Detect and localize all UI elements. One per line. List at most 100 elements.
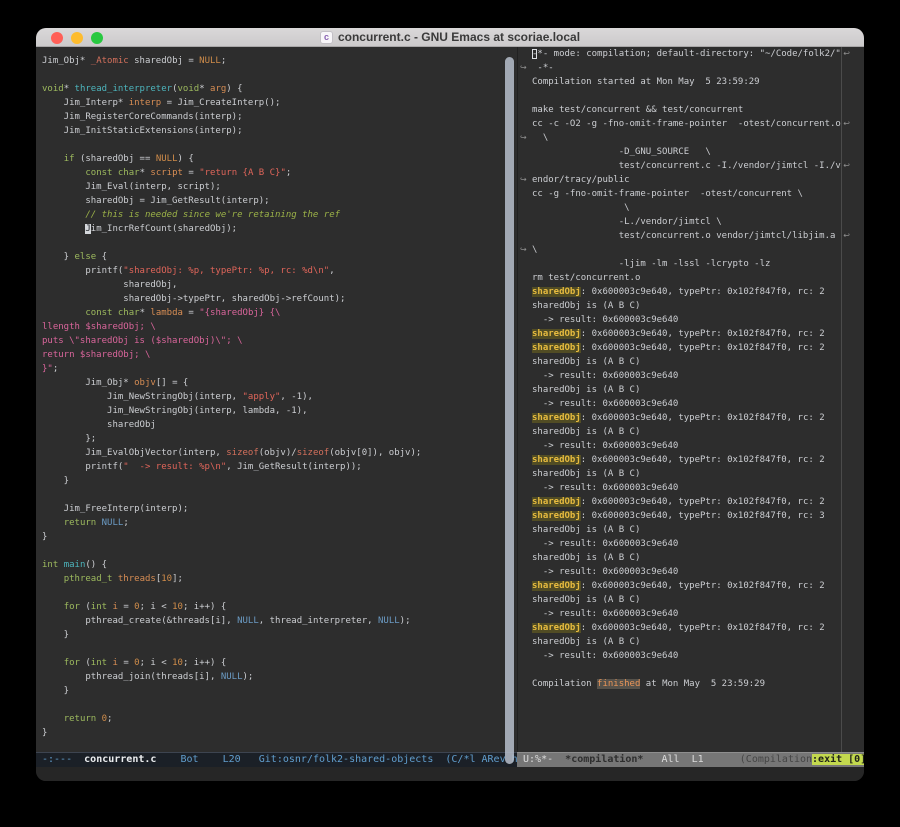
code-line[interactable]: Jim_EvalObjVector(interp, sizeof(objv)/s… xyxy=(42,446,516,460)
code-line[interactable]: sharedObj xyxy=(42,418,516,432)
output-line[interactable]: -> result: 0x600003c9e640 xyxy=(532,397,864,411)
code-line[interactable]: Jim_RegisterCoreCommands(interp); xyxy=(42,110,516,124)
code-line[interactable]: Jim_InitStaticExtensions(interp); xyxy=(42,124,516,138)
output-line[interactable]: -> result: 0x600003c9e640 xyxy=(532,537,864,551)
titlebar[interactable]: c concurrent.c - GNU Emacs at scoriae.lo… xyxy=(36,28,864,47)
code-line[interactable]: pthread_create(&threads[i], NULL, thread… xyxy=(42,614,516,628)
code-line[interactable]: Jim_Eval(interp, script); xyxy=(42,180,516,194)
close-button[interactable] xyxy=(51,32,63,44)
code-line[interactable] xyxy=(42,544,516,558)
output-line[interactable]: Compilation finished at Mon May 5 23:59:… xyxy=(532,677,864,691)
output-line[interactable]: sharedObj: 0x600003c9e640, typePtr: 0x10… xyxy=(532,579,864,593)
code-line[interactable] xyxy=(42,586,516,600)
code-line[interactable]: sharedObj, xyxy=(42,278,516,292)
code-line[interactable]: for (int i = 0; i < 10; i++) { xyxy=(42,600,516,614)
output-line[interactable] xyxy=(532,89,864,103)
output-line[interactable]: -> result: 0x600003c9e640 xyxy=(532,439,864,453)
output-line[interactable]: sharedObj: 0x600003c9e640, typePtr: 0x10… xyxy=(532,621,864,635)
minimize-button[interactable] xyxy=(71,32,83,44)
code-line[interactable] xyxy=(42,68,516,82)
output-line[interactable]: sharedObj: 0x600003c9e640, typePtr: 0x10… xyxy=(532,509,864,523)
output-line[interactable]: -*- mode: compilation; default-directory… xyxy=(532,47,864,61)
code-line[interactable]: return $sharedObj; \ xyxy=(42,348,516,362)
code-line[interactable]: } xyxy=(42,726,516,740)
code-line[interactable]: printf(" -> result: %p\n", Jim_GetResult… xyxy=(42,460,516,474)
output-line[interactable]: sharedObj is (A B C) xyxy=(532,383,864,397)
code-line[interactable]: void* thread_interpreter(void* arg) { xyxy=(42,82,516,96)
output-line[interactable]: sharedObj is (A B C) xyxy=(532,593,864,607)
output-line[interactable]: sharedObj is (A B C) xyxy=(532,299,864,313)
code-line[interactable]: }; xyxy=(42,432,516,446)
code-line[interactable]: }"; xyxy=(42,362,516,376)
modeline-compilation[interactable]: U:%*- *compilation* All L1 (Compilation:… xyxy=(517,752,864,767)
output-line[interactable]: sharedObj: 0x600003c9e640, typePtr: 0x10… xyxy=(532,341,864,355)
output-line[interactable]: cc -c -O2 -g -fno-omit-frame-pointer -ot… xyxy=(532,117,864,131)
output-line[interactable]: -> result: 0x600003c9e640 xyxy=(532,607,864,621)
output-line[interactable]: -> result: 0x600003c9e640 xyxy=(532,565,864,579)
code-line[interactable] xyxy=(42,488,516,502)
code-line[interactable]: } else { xyxy=(42,250,516,264)
output-line[interactable]: -> result: 0x600003c9e640 xyxy=(532,649,864,663)
code-line[interactable]: return 0; xyxy=(42,712,516,726)
code-line[interactable]: if (sharedObj == NULL) { xyxy=(42,152,516,166)
code-line[interactable]: const char* lambda = "{sharedObj} {\ xyxy=(42,306,516,320)
code-line[interactable]: printf("sharedObj: %p, typePtr: %p, rc: … xyxy=(42,264,516,278)
code-line[interactable]: return NULL; xyxy=(42,516,516,530)
output-line[interactable] xyxy=(532,663,864,677)
output-line[interactable]: \ xyxy=(532,201,864,215)
code-line[interactable]: sharedObj->typePtr, sharedObj->refCount)… xyxy=(42,292,516,306)
code-line[interactable]: Jim_NewStringObj(interp, lambda, -1), xyxy=(42,404,516,418)
output-line[interactable]: sharedObj is (A B C) xyxy=(532,425,864,439)
code-line[interactable]: Jim_Interp* interp = Jim_CreateInterp(); xyxy=(42,96,516,110)
output-line[interactable]: sharedObj is (A B C) xyxy=(532,523,864,537)
output-line[interactable]: sharedObj: 0x600003c9e640, typePtr: 0x10… xyxy=(532,285,864,299)
output-line[interactable]: sharedObj: 0x600003c9e640, typePtr: 0x10… xyxy=(532,327,864,341)
code-line[interactable] xyxy=(42,236,516,250)
code-line[interactable]: pthread_join(threads[i], NULL); xyxy=(42,670,516,684)
code-line[interactable]: Jim_FreeInterp(interp); xyxy=(42,502,516,516)
code-line[interactable]: } xyxy=(42,530,516,544)
output-line[interactable]: sharedObj: 0x600003c9e640, typePtr: 0x10… xyxy=(532,453,864,467)
output-line[interactable]: -> result: 0x600003c9e640 xyxy=(532,369,864,383)
output-line[interactable]: test/concurrent.o vendor/jimtcl/libjim.a… xyxy=(532,229,864,243)
output-line[interactable]: test/concurrent.c -I./vendor/jimtcl -I./… xyxy=(532,159,864,173)
code-line[interactable]: Jim_IncrRefCount(sharedObj); xyxy=(42,222,516,236)
modeline-code[interactable]: -:--- concurrent.c Bot L20 Git:osnr/folk… xyxy=(36,752,517,767)
code-line[interactable]: } xyxy=(42,628,516,642)
output-line[interactable]: make test/concurrent && test/concurrent xyxy=(532,103,864,117)
output-line[interactable]: sharedObj: 0x600003c9e640, typePtr: 0x10… xyxy=(532,495,864,509)
code-line[interactable]: puts \"sharedObj is ($sharedObj)\"; \ xyxy=(42,334,516,348)
output-line[interactable]: sharedObj is (A B C) xyxy=(532,635,864,649)
output-line[interactable]: sharedObj is (A B C) xyxy=(532,551,864,565)
output-line[interactable]: sharedObj is (A B C) xyxy=(532,467,864,481)
code-line[interactable]: Jim_Obj* objv[] = { xyxy=(42,376,516,390)
code-line[interactable]: } xyxy=(42,474,516,488)
output-line[interactable]: endor/tracy/public↪ xyxy=(532,173,864,187)
code-line[interactable]: llength $sharedObj; \ xyxy=(42,320,516,334)
output-line[interactable]: -D_GNU_SOURCE \ xyxy=(532,145,864,159)
echo-area[interactable]: Compilation finished xyxy=(36,767,864,781)
code-line[interactable]: Jim_Obj* _Atomic sharedObj = NULL; xyxy=(42,54,516,68)
code-line[interactable]: for (int i = 0; i < 10; i++) { xyxy=(42,656,516,670)
code-line[interactable]: const char* script = "return {A B C}"; xyxy=(42,166,516,180)
code-buffer[interactable]: Jim_Obj* _Atomic sharedObj = NULL; void* … xyxy=(36,47,516,752)
code-line[interactable]: pthread_t threads[10]; xyxy=(42,572,516,586)
code-line[interactable]: sharedObj = Jim_GetResult(interp); xyxy=(42,194,516,208)
output-line[interactable]: sharedObj: 0x600003c9e640, typePtr: 0x10… xyxy=(532,411,864,425)
code-line[interactable] xyxy=(42,138,516,152)
output-line[interactable]: \↪ xyxy=(532,243,864,257)
compilation-buffer[interactable]: -*- mode: compilation; default-directory… xyxy=(517,47,864,752)
code-line[interactable]: int main() { xyxy=(42,558,516,572)
output-line[interactable]: -*-↪ xyxy=(532,61,864,75)
output-line[interactable]: rm test/concurrent.o xyxy=(532,271,864,285)
code-line[interactable] xyxy=(42,642,516,656)
output-line[interactable]: \↪ xyxy=(532,131,864,145)
left-window-scrollbar[interactable] xyxy=(505,57,514,764)
code-line[interactable] xyxy=(42,698,516,712)
zoom-button[interactable] xyxy=(91,32,103,44)
output-line[interactable]: -> result: 0x600003c9e640 xyxy=(532,481,864,495)
code-line[interactable]: // this is needed since we're retaining … xyxy=(42,208,516,222)
output-line[interactable]: -L./vendor/jimtcl \ xyxy=(532,215,864,229)
code-line[interactable]: } xyxy=(42,684,516,698)
code-line[interactable]: Jim_NewStringObj(interp, "apply", -1), xyxy=(42,390,516,404)
